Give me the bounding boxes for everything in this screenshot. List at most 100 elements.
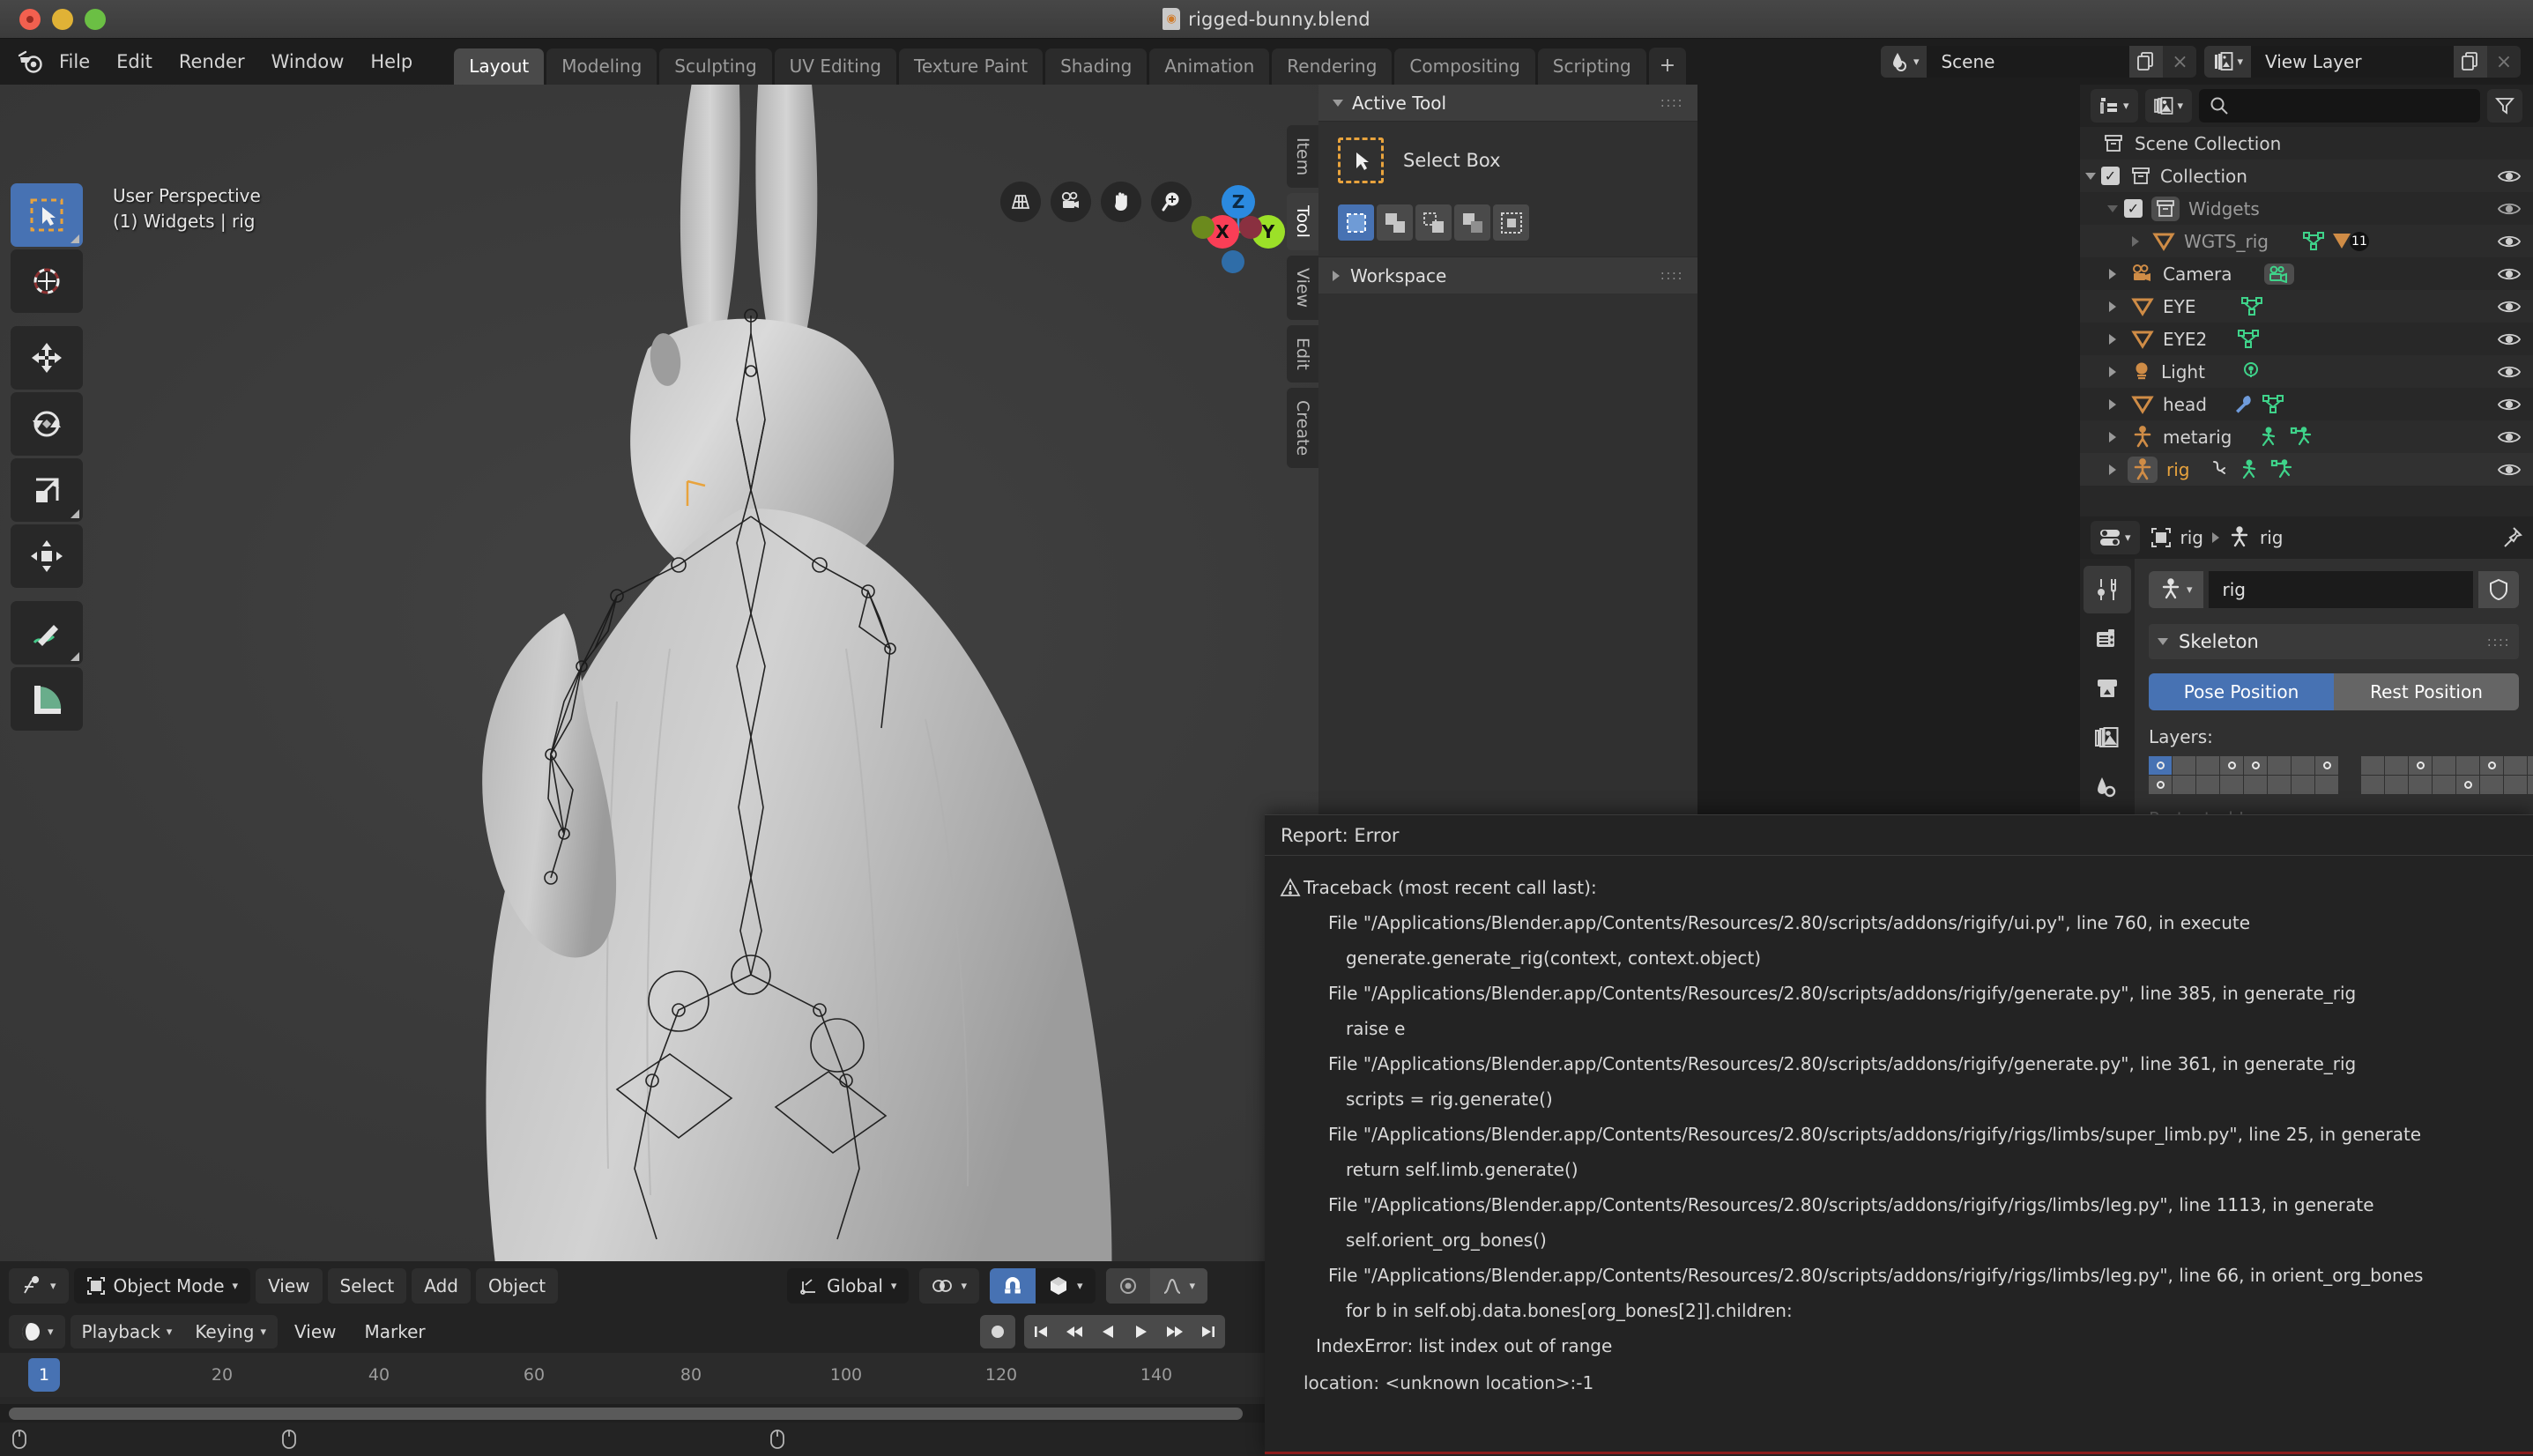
drag-grip-icon[interactable]: :::: xyxy=(1660,96,1683,109)
play-icon[interactable] xyxy=(1125,1315,1158,1348)
select-mode-extend[interactable] xyxy=(1377,204,1413,241)
layer-cell[interactable] xyxy=(2268,756,2291,775)
snapping-icon[interactable]: ▾ xyxy=(919,1268,979,1304)
outliner-row-wgts-rig[interactable]: WGTS_rig 11 xyxy=(2080,225,2533,257)
editor-type-icon[interactable]: ▾ xyxy=(9,1268,69,1304)
layer-cell[interactable] xyxy=(2409,776,2432,794)
layer-cell[interactable] xyxy=(2385,756,2408,775)
visibility-eye-icon[interactable] xyxy=(2498,331,2521,347)
timeline-menu-playback[interactable]: Playback ▾ xyxy=(70,1315,184,1348)
timeline-menu-marker[interactable]: Marker xyxy=(353,1315,437,1348)
cursor-tool[interactable] xyxy=(11,249,83,313)
active-tool-row[interactable]: Select Box xyxy=(1338,137,1678,183)
pose-icon[interactable] xyxy=(2239,458,2262,480)
layer-cell[interactable] xyxy=(2315,756,2338,775)
layer-cell[interactable] xyxy=(2480,776,2503,794)
workspace-tab-rendering[interactable]: Rendering xyxy=(1272,48,1393,85)
viewport-menu-select[interactable]: Select xyxy=(327,1268,407,1304)
layer-cell[interactable] xyxy=(2220,756,2243,775)
falloff-curve-icon[interactable]: ▾ xyxy=(1149,1268,1208,1304)
timeline-scrollbar[interactable] xyxy=(0,1404,1269,1423)
chevron-down-icon[interactable] xyxy=(2085,172,2096,180)
visibility-eye-icon[interactable] xyxy=(2498,462,2521,478)
chevron-right-icon[interactable] xyxy=(2109,398,2116,410)
mesh-data-icon[interactable] xyxy=(2262,394,2284,415)
view-layer-name[interactable]: View Layer xyxy=(2251,46,2454,78)
layer-cell[interactable] xyxy=(2315,776,2338,794)
chevron-right-icon[interactable] xyxy=(2109,431,2116,442)
chevron-right-icon[interactable] xyxy=(2132,235,2139,247)
workspace-tab-layout[interactable]: Layout xyxy=(454,48,545,85)
workspace-tab-sculpting[interactable]: Sculpting xyxy=(659,48,772,85)
outliner-row-head[interactable]: head xyxy=(2080,388,2533,420)
workspace-tab-uv-editing[interactable]: UV Editing xyxy=(774,48,896,85)
workspace-tab-scripting[interactable]: Scripting xyxy=(1537,48,1646,85)
outliner-row-collection[interactable]: ✓ Collection xyxy=(2080,160,2533,192)
layer-cell[interactable] xyxy=(2504,776,2527,794)
scene-selector[interactable]: ▾ Scene × xyxy=(1880,46,2197,78)
visibility-eye-icon[interactable] xyxy=(2498,299,2521,315)
rotate-tool[interactable] xyxy=(11,392,83,456)
layer-cell[interactable] xyxy=(2244,756,2267,775)
camera-view-icon[interactable] xyxy=(1051,182,1091,222)
chevron-right-icon[interactable] xyxy=(2109,366,2116,377)
proportional-edit-icon[interactable] xyxy=(1105,1268,1150,1304)
prev-keyframe-icon[interactable] xyxy=(1058,1315,1091,1348)
layer-cell[interactable] xyxy=(2528,756,2533,775)
camera-data-icon[interactable] xyxy=(2263,263,2294,285)
datablock-name-field[interactable]: rig xyxy=(2208,571,2473,608)
timeline-ruler[interactable]: 1 20 40 60 80 100 120 140 xyxy=(0,1353,1269,1397)
breadcrumb-object-label[interactable]: rig xyxy=(2180,527,2203,548)
play-reverse-icon[interactable] xyxy=(1091,1315,1125,1348)
magnet-icon[interactable] xyxy=(989,1268,1036,1304)
outliner-row-widgets[interactable]: ✓ Widgets xyxy=(2080,192,2533,225)
select-mode-invert[interactable] xyxy=(1454,204,1490,241)
mesh-data-icon[interactable] xyxy=(2302,231,2325,252)
visibility-eye-icon[interactable] xyxy=(2498,234,2521,249)
zoom-view-icon[interactable] xyxy=(1151,182,1192,222)
n-panel-tab-item[interactable]: Item xyxy=(1287,125,1318,189)
jump-to-start-icon[interactable] xyxy=(1024,1315,1058,1348)
select-mode-subtract[interactable] xyxy=(1415,204,1452,241)
drag-grip-icon[interactable]: :::: xyxy=(2487,635,2510,648)
annotate-tool[interactable] xyxy=(11,601,83,665)
timeline-playhead[interactable]: 1 xyxy=(28,1358,60,1392)
object-mode-selector[interactable]: Object Mode ▾ xyxy=(73,1268,251,1304)
gizmo-axis-z[interactable]: Z xyxy=(1222,185,1255,219)
auto-keying-record-icon[interactable] xyxy=(980,1315,1015,1348)
widgets-checkbox[interactable]: ✓ xyxy=(2124,199,2143,218)
toggle-perspective-icon[interactable] xyxy=(1000,182,1041,222)
filter-funnel-icon[interactable] xyxy=(2487,89,2522,123)
viewport-menu-add[interactable]: Add xyxy=(412,1268,471,1304)
rest-position-button[interactable]: Rest Position xyxy=(2334,673,2519,710)
n-panel-tab-create[interactable]: Create xyxy=(1287,388,1318,469)
filter-id-icon[interactable]: ▾ xyxy=(2144,89,2193,123)
light-data-icon[interactable] xyxy=(2240,361,2262,383)
layer-cell[interactable] xyxy=(2433,776,2455,794)
gizmo-axis-neg-x[interactable] xyxy=(1239,216,1262,239)
layer-cell[interactable] xyxy=(2385,776,2408,794)
outliner-row-metarig[interactable]: metarig xyxy=(2080,420,2533,453)
properties-editor-icon[interactable]: ▾ xyxy=(2091,521,2140,554)
timeline-editor-icon[interactable]: ▾ xyxy=(9,1315,65,1348)
snap-cube-icon[interactable]: ▾ xyxy=(1035,1268,1096,1304)
timeline-menu-keying[interactable]: Keying ▾ xyxy=(183,1315,279,1348)
menu-window[interactable]: Window xyxy=(260,48,356,76)
layer-cell[interactable] xyxy=(2292,776,2314,794)
scene-name[interactable]: Scene xyxy=(1927,46,2130,78)
view-layer-selector[interactable]: ▾ View Layer × xyxy=(2204,46,2521,78)
transform-orientation-selector[interactable]: Global ▾ xyxy=(787,1268,910,1304)
layer-cell[interactable] xyxy=(2149,776,2172,794)
mesh-data-icon[interactable] xyxy=(2237,329,2260,350)
layer-cell[interactable] xyxy=(2292,756,2314,775)
viewport-axis-gizmo[interactable]: Z X Y xyxy=(1190,183,1287,280)
workspace-tab-shading[interactable]: Shading xyxy=(1045,48,1148,85)
scale-tool[interactable] xyxy=(11,458,83,522)
outliner-row-scene-collection[interactable]: Scene Collection xyxy=(2080,127,2533,160)
active-tool-section-header[interactable]: Active Tool :::: xyxy=(1318,85,1697,122)
outliner-row-camera[interactable]: Camera xyxy=(2080,257,2533,290)
outliner-row-light[interactable]: Light xyxy=(2080,355,2533,388)
layer-cell[interactable] xyxy=(2361,756,2384,775)
layer-cell[interactable] xyxy=(2456,756,2479,775)
chevron-right-icon[interactable] xyxy=(2109,464,2116,475)
